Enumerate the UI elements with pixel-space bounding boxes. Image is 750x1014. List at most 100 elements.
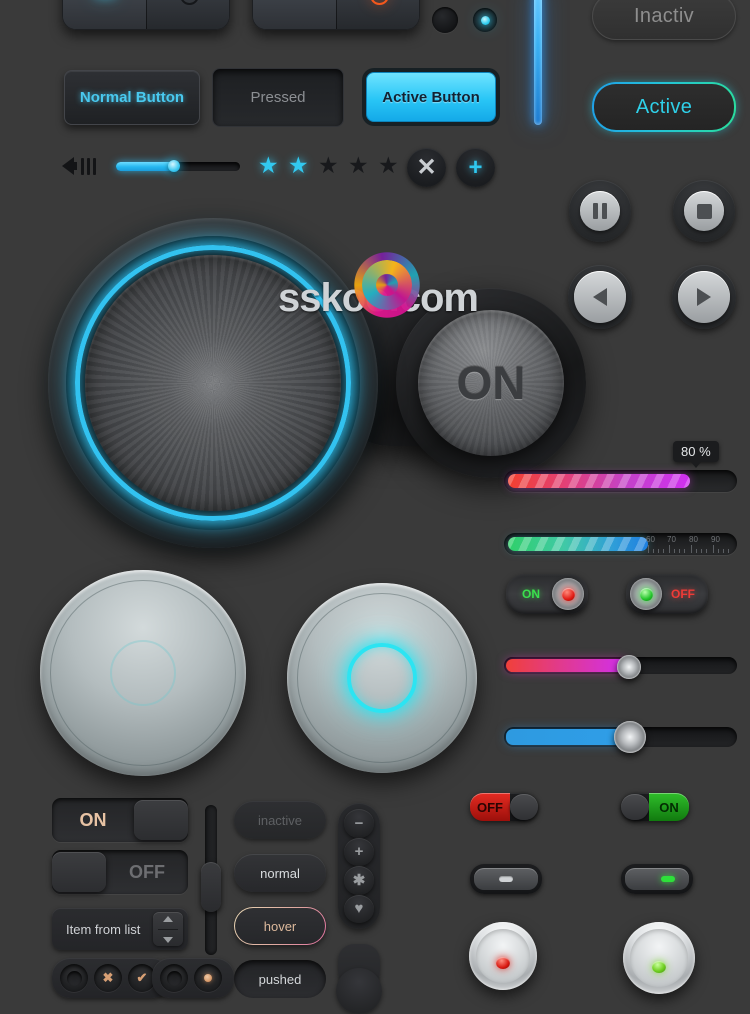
rocker-on-switch[interactable]: ON	[506, 574, 588, 614]
rect-toggle-on-label: ON	[649, 793, 689, 821]
rocker-on-knob[interactable]	[552, 578, 584, 610]
radio-group[interactable]	[152, 958, 234, 998]
rocker-left-minus-half[interactable]	[63, 0, 146, 29]
previous-icon	[574, 271, 626, 323]
list-item-label: Item from list	[66, 921, 141, 937]
toggle-on-knob[interactable]	[134, 800, 188, 840]
main-knob[interactable]	[48, 218, 378, 548]
checkbox-cross[interactable]: ✖	[94, 964, 122, 992]
pill-normal-button[interactable]: normal	[234, 854, 326, 892]
pause-button[interactable]	[569, 180, 631, 242]
rating-star-3[interactable]: ★	[318, 154, 339, 177]
push-button-active[interactable]	[287, 583, 477, 773]
rocker-switch-left[interactable]	[62, 0, 230, 30]
ruler-tick-label: 70	[667, 535, 676, 544]
pill-hover-label: hover	[263, 918, 297, 934]
pressed-button[interactable]: Pressed	[212, 68, 344, 127]
indicator-gray[interactable]	[470, 864, 542, 894]
pink-slider-knob[interactable]	[617, 655, 641, 679]
pill-hover-button[interactable]: hover	[234, 907, 326, 945]
rect-toggle-on-knob[interactable]	[621, 794, 649, 820]
toggle-off[interactable]: OFF	[52, 850, 188, 894]
rocker-off-switch[interactable]: OFF	[626, 574, 708, 614]
list-item-select[interactable]: Item from list	[52, 908, 188, 950]
stop-icon	[684, 191, 724, 231]
rect-toggle-off-knob[interactable]	[510, 794, 538, 820]
pill-inactive-button[interactable]: inactive	[234, 801, 326, 839]
normal-button[interactable]: Normal Button	[64, 70, 200, 125]
power-icon	[368, 0, 387, 3]
pause-icon	[580, 191, 620, 231]
minus-icon: −	[354, 814, 364, 832]
close-button[interactable]: ✕	[407, 148, 446, 187]
progress-tooltip-label: 80 %	[681, 444, 711, 459]
checkbox-empty[interactable]	[60, 964, 88, 992]
plus-icon: +	[468, 153, 483, 181]
pressed-button-label: Pressed	[250, 89, 306, 106]
metal-led-red-button[interactable]	[469, 922, 537, 990]
rating-star-5[interactable]: ★	[378, 154, 399, 177]
rocker-switch-right[interactable]	[252, 0, 420, 30]
pill-normal-label: normal	[260, 865, 300, 881]
rocker-right-minus-half[interactable]	[253, 0, 336, 29]
volume-slider-knob[interactable]	[168, 160, 180, 172]
normal-button-label: Normal Button	[79, 89, 185, 106]
pill-pushed-label: pushed	[258, 971, 302, 987]
chevron-down-icon[interactable]	[163, 936, 173, 943]
icon-strip[interactable]: − + ✱ ♥	[338, 803, 380, 929]
add-button[interactable]: +	[456, 148, 495, 187]
rect-toggle-on[interactable]: ON	[621, 793, 689, 821]
previous-button[interactable]	[568, 265, 632, 329]
vertical-slider-knob[interactable]	[201, 862, 221, 912]
active-button-label: Active Button	[382, 88, 480, 106]
on-pad-label: ON	[456, 357, 526, 409]
rocker-left-power-half[interactable]	[146, 0, 229, 29]
toggle-on-label: ON	[79, 809, 107, 830]
pill-pushed-button[interactable]: pushed	[234, 960, 326, 998]
progress-fill-magenta	[508, 474, 690, 488]
active-button[interactable]: Active Button	[366, 72, 496, 122]
on-pad-button[interactable]: ON	[418, 310, 564, 456]
rocker-off-knob[interactable]	[630, 578, 662, 610]
toggle-on[interactable]: ON	[52, 798, 188, 842]
minus-icon-button[interactable]: −	[344, 809, 374, 838]
blue-slider-knob[interactable]	[614, 721, 646, 753]
volume-slider-fill	[116, 162, 174, 171]
vertical-led-bar	[534, 0, 542, 125]
radio-selected[interactable]	[194, 964, 222, 992]
pink-slider-fill	[506, 659, 628, 672]
icon-strip-round-button[interactable]	[336, 968, 382, 1014]
indicator-green[interactable]	[621, 864, 693, 894]
play-button[interactable]	[672, 265, 736, 329]
push-button-ring-lit	[347, 643, 417, 713]
close-icon: ✕	[416, 154, 437, 181]
active-pill-button[interactable]: Active	[592, 82, 736, 132]
metal-led-green-button[interactable]	[623, 922, 695, 994]
rating-star-2[interactable]: ★	[288, 154, 309, 177]
spinner-stepper[interactable]	[153, 912, 183, 946]
led-core	[480, 15, 490, 25]
rect-toggle-off[interactable]: OFF	[470, 793, 538, 821]
plus-icon-button[interactable]: +	[344, 837, 374, 866]
inactive-pill-button[interactable]: Inactiv	[592, 0, 736, 40]
push-button-inactive[interactable]	[40, 570, 246, 776]
rating-star-4[interactable]: ★	[348, 154, 369, 177]
heart-icon: ♥	[354, 900, 364, 918]
check-icon: ✔	[136, 970, 148, 985]
stop-button[interactable]	[673, 180, 735, 242]
led-indicator-off[interactable]	[432, 7, 458, 33]
toggle-off-knob[interactable]	[52, 852, 106, 892]
star-icon-button[interactable]: ✱	[344, 866, 374, 895]
led-indicator-on[interactable]	[473, 8, 497, 32]
radio-dot-icon	[204, 974, 212, 982]
power-icon	[178, 0, 197, 3]
chevron-up-icon[interactable]	[163, 915, 173, 922]
rating-star-1[interactable]: ★	[258, 154, 279, 177]
star-icon: ✱	[352, 872, 366, 890]
ui-kit-canvas: Inactiv Active Normal Button Pressed Act…	[0, 0, 750, 1014]
rocker-right-power-half[interactable]	[336, 0, 419, 29]
lamp-red-icon	[561, 587, 575, 601]
radio-empty[interactable]	[160, 964, 188, 992]
heart-icon-button[interactable]: ♥	[344, 894, 374, 923]
indicator-lamp-gray-icon	[499, 876, 513, 882]
